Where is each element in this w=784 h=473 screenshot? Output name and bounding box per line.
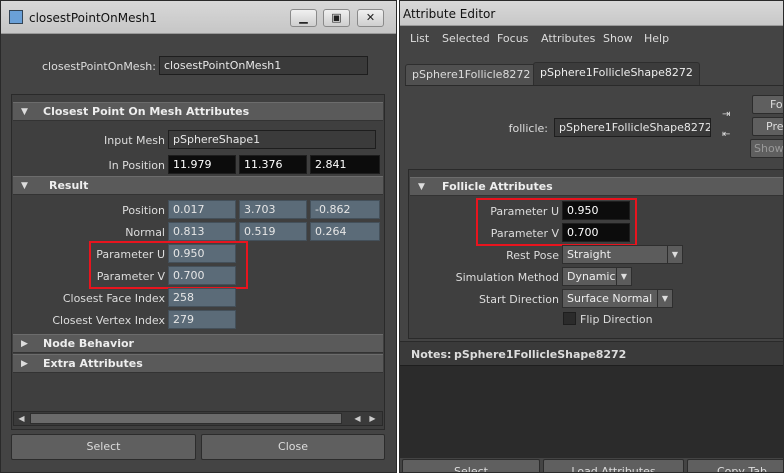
- tab-follicle-shape[interactable]: pSphere1FollicleShape8272: [533, 62, 700, 85]
- scroll-left-icon[interactable]: ◀: [16, 413, 27, 424]
- section-result[interactable]: ▼ Result: [13, 176, 383, 195]
- rest-pose-value: Straight: [567, 248, 611, 261]
- menu-show[interactable]: Show: [603, 32, 633, 45]
- position-y: 3.703: [239, 200, 307, 219]
- horizontal-scrollbar[interactable]: ◀ ◀ ▶: [13, 411, 383, 426]
- menu-list[interactable]: List: [410, 32, 429, 45]
- expand-arrow-icon: ▶: [21, 359, 28, 369]
- title-bar[interactable]: closestPointOnMesh1 ▁ ▣ ✕: [1, 1, 396, 34]
- simulation-method-dropdown[interactable]: Dynamic ▼: [562, 267, 632, 286]
- close-button[interactable]: Close: [201, 434, 385, 460]
- copy-tab-button[interactable]: Copy Tab: [687, 459, 783, 472]
- load-attributes-button[interactable]: Load Attributes: [543, 459, 684, 472]
- menu-help[interactable]: Help: [644, 32, 669, 45]
- in-position-z[interactable]: 2.841: [310, 155, 380, 174]
- section-node-behavior[interactable]: ▶ Node Behavior: [13, 334, 383, 353]
- show-button[interactable]: Show: [750, 139, 783, 158]
- collapse-arrow-icon: ▼: [21, 107, 28, 117]
- position-label: Position: [122, 204, 165, 217]
- node-label: follicle:: [508, 122, 548, 135]
- scroll-left-icon[interactable]: ◀: [352, 413, 363, 424]
- select-button[interactable]: Select: [402, 459, 540, 472]
- highlight-box: [476, 198, 637, 246]
- window-title: closestPointOnMesh1: [29, 11, 157, 25]
- face-index-field: 258: [168, 288, 236, 307]
- input-mesh-label: Input Mesh: [104, 134, 165, 147]
- collapse-arrow-icon: ▼: [418, 182, 425, 192]
- rest-pose-label: Rest Pose: [506, 249, 559, 262]
- tab-divider: [405, 85, 783, 86]
- normal-x: 0.813: [168, 222, 236, 241]
- output-connection-icon[interactable]: ⇤: [722, 129, 736, 143]
- close-window-button[interactable]: ✕: [357, 9, 384, 27]
- closest-point-window: closestPointOnMesh1 ▁ ▣ ✕ closestPointOn…: [0, 0, 397, 473]
- node-name-field[interactable]: closestPointOnMesh1: [159, 56, 368, 75]
- start-direction-value: Surface Normal: [567, 292, 653, 305]
- rest-pose-dropdown[interactable]: Straight ▼: [562, 245, 683, 264]
- attribute-editor-window: Attribute Editor List Selected Focus Att…: [399, 0, 784, 473]
- focus-button[interactable]: Fo: [752, 95, 783, 114]
- normal-z: 0.264: [310, 222, 380, 241]
- chevron-down-icon: ▼: [616, 268, 631, 285]
- tab-follicle[interactable]: pSphere1Follicle8272: [405, 64, 538, 85]
- input-connection-icon[interactable]: ⇥: [722, 109, 736, 123]
- position-x: 0.017: [168, 200, 236, 219]
- notes-node-name: pSphere1FollicleShape8272: [454, 348, 627, 361]
- section-title: Extra Attributes: [43, 357, 143, 370]
- expand-arrow-icon: ▶: [21, 339, 28, 349]
- chevron-down-icon: ▼: [667, 246, 682, 263]
- in-position-x[interactable]: 11.979: [168, 155, 236, 174]
- section-title: Closest Point On Mesh Attributes: [43, 105, 250, 118]
- in-position-y[interactable]: 11.376: [239, 155, 307, 174]
- start-direction-dropdown[interactable]: Surface Normal ▼: [562, 289, 673, 308]
- section-title: Follicle Attributes: [442, 180, 553, 193]
- section-extra-attributes[interactable]: ▶ Extra Attributes: [13, 354, 383, 373]
- flip-direction-label: Flip Direction: [580, 313, 653, 326]
- app-icon: [9, 10, 23, 24]
- flip-direction-checkbox[interactable]: [563, 312, 576, 325]
- presets-button[interactable]: Pre: [752, 117, 783, 136]
- menu-focus[interactable]: Focus: [497, 32, 528, 45]
- minimize-button[interactable]: ▁: [290, 9, 317, 27]
- collapse-arrow-icon: ▼: [21, 181, 28, 191]
- node-name-field[interactable]: pSphere1FollicleShape8272: [554, 118, 711, 137]
- normal-label: Normal: [125, 226, 165, 239]
- title-bar[interactable]: Attribute Editor: [400, 1, 783, 26]
- section-title: Node Behavior: [43, 337, 134, 350]
- maximize-button[interactable]: ▣: [323, 9, 350, 27]
- scrollbar-thumb[interactable]: [30, 413, 342, 424]
- start-direction-label: Start Direction: [478, 293, 559, 306]
- node-label: closestPointOnMesh:: [42, 60, 156, 73]
- highlight-box: [89, 241, 248, 289]
- position-z: -0.862: [310, 200, 380, 219]
- normal-y: 0.519: [239, 222, 307, 241]
- section-closest-point-attributes[interactable]: ▼ Closest Point On Mesh Attributes: [13, 102, 383, 121]
- chevron-down-icon: ▼: [657, 290, 672, 307]
- section-title: Result: [49, 179, 89, 192]
- notes-label: Notes:: [411, 348, 452, 361]
- simulation-method-value: Dynamic: [567, 270, 616, 283]
- vertex-index-field: 279: [168, 310, 236, 329]
- in-position-label: In Position: [108, 159, 165, 172]
- menu-attributes[interactable]: Attributes: [541, 32, 595, 45]
- scroll-right-icon[interactable]: ▶: [367, 413, 378, 424]
- notes-header: Notes: pSphere1FollicleShape8272: [400, 341, 783, 365]
- menu-selected[interactable]: Selected: [442, 32, 490, 45]
- section-follicle-attributes[interactable]: ▼ Follicle Attributes: [410, 177, 783, 196]
- select-button[interactable]: Select: [11, 434, 196, 460]
- face-index-label: Closest Face Index: [62, 292, 165, 305]
- vertex-index-label: Closest Vertex Index: [52, 314, 165, 327]
- notes-textarea[interactable]: [400, 365, 783, 458]
- window-title: Attribute Editor: [403, 7, 496, 21]
- input-mesh-field[interactable]: pSphereShape1: [168, 130, 376, 149]
- simulation-method-label: Simulation Method: [455, 271, 559, 284]
